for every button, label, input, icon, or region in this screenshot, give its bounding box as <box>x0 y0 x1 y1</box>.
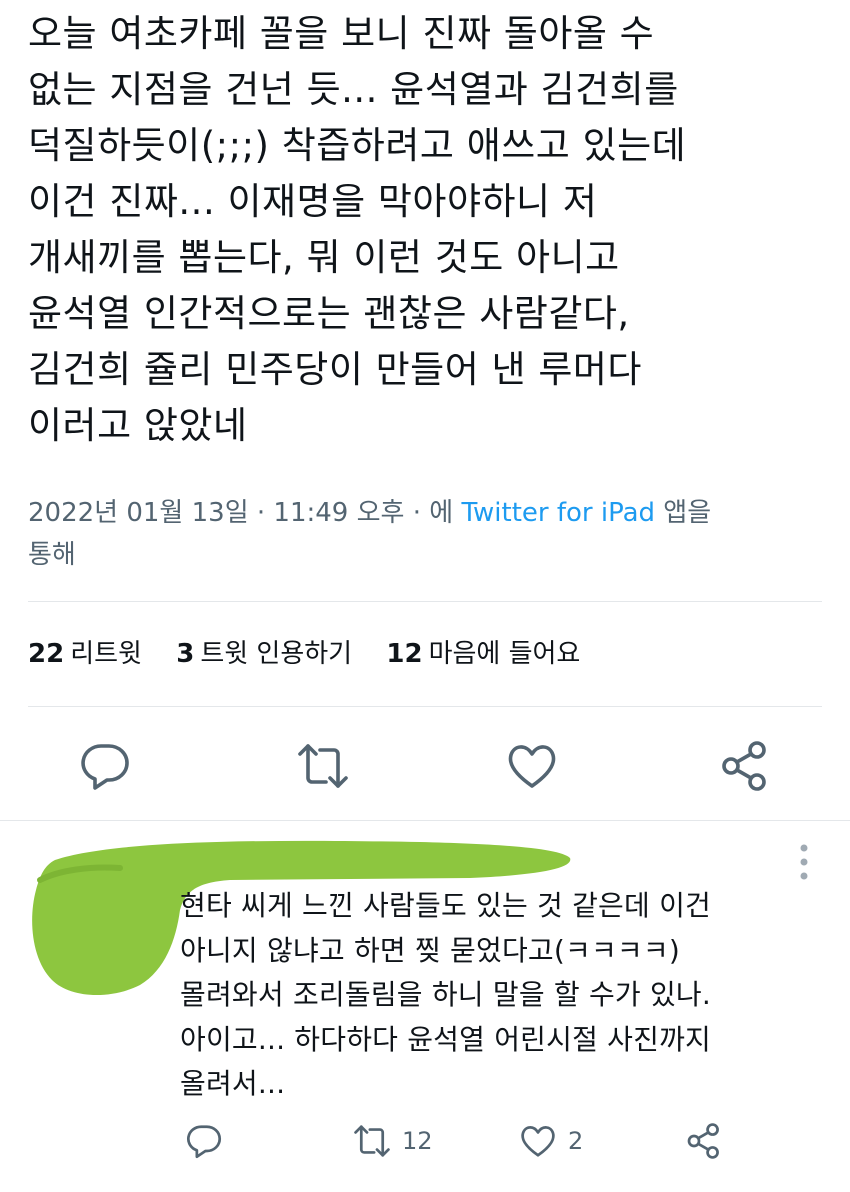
tweet-source-suffix: 앱을 <box>655 498 712 528</box>
share-icon <box>687 1123 719 1159</box>
divider <box>28 706 822 707</box>
reply-retweet-count: 12 <box>402 1127 433 1155</box>
retweets-count: 22 <box>28 639 65 669</box>
reply-retweet-button[interactable]: 12 <box>352 1116 433 1166</box>
reply-share-button[interactable] <box>684 1116 724 1166</box>
tweet-actions <box>0 738 850 794</box>
tweet-line: 이러고 앉았네 <box>28 404 248 447</box>
share-icon <box>722 741 766 791</box>
tweet-line: 개새끼를 뽑는다, 뭐 이런 것도 아니고 <box>28 236 620 279</box>
likes-label: 마음에 들어요 <box>428 639 581 669</box>
retweet-icon <box>354 1125 390 1157</box>
tweet-timestamp[interactable]: 2022년 01월 13일 · 11:49 오후 · 에 <box>28 498 461 528</box>
reply-icon <box>81 744 129 790</box>
like-button[interactable] <box>504 738 560 794</box>
tweet-line: 오늘 여초카페 꼴을 보니 진짜 돌아올 수 <box>28 12 655 55</box>
tweet-source-suffix-2: 통해 <box>28 540 76 570</box>
retweets-label: 리트윗 <box>70 639 142 669</box>
reply-tweet-text: 현타 씨게 느낀 사람들도 있는 것 같은데 이건 아니지 않냐고 하면 찢 묻… <box>180 884 820 1107</box>
retweet-button[interactable] <box>295 738 351 794</box>
share-button[interactable] <box>717 738 773 794</box>
more-options-icon[interactable] <box>790 840 818 888</box>
heart-icon <box>508 745 556 788</box>
likes-stat[interactable]: 12 마음에 들어요 <box>386 632 580 676</box>
quotes-stat[interactable]: 3 트윗 인용하기 <box>176 632 352 676</box>
quotes-count: 3 <box>176 639 195 669</box>
tweet-source-link[interactable]: Twitter for iPad <box>461 498 655 528</box>
retweet-icon <box>298 744 348 788</box>
tweet-text: 오늘 여초카페 꼴을 보니 진짜 돌아올 수 없는 지점을 건넌 듯... 윤석… <box>28 6 828 454</box>
divider <box>28 601 822 602</box>
reply-line: 몰려와서 조리돌림을 하니 말을 할 수가 있나. <box>180 978 711 1011</box>
reply-icon <box>187 1125 222 1159</box>
tweet-line: 이건 진짜... 이재명을 막아야하니 저 <box>28 180 598 223</box>
reply-line: 아니지 않냐고 하면 찢 묻었다고(ㅋㅋㅋㅋ) <box>180 933 680 967</box>
reply-line: 올려서... <box>180 1067 286 1100</box>
reply-like-count: 2 <box>568 1127 584 1155</box>
likes-count: 12 <box>386 639 423 669</box>
reply-like-button[interactable]: 2 <box>518 1116 583 1166</box>
tweet-stats: 22 리트윗 3 트윗 인용하기 12 마음에 들어요 <box>28 632 606 676</box>
tweet-line: 김건희 쥴리 민주당이 만들어 낸 루머다 <box>28 348 642 391</box>
retweets-stat[interactable]: 22 리트윗 <box>28 632 142 676</box>
tweet-line: 없는 지점을 건넌 듯... 윤석열과 김건희를 <box>28 68 679 111</box>
tweet-line: 덕질하듯이(;;;) 착즙하려고 애쓰고 있는데 <box>28 124 687 167</box>
quotes-label: 트윗 인용하기 <box>200 639 353 669</box>
reply-line: 아이고... 하다하다 윤석열 어린시절 사진까지 <box>180 1022 711 1056</box>
reply-line: 현타 씨게 느낀 사람들도 있는 것 같은데 이건 <box>180 889 711 922</box>
tweet-line: 윤석열 인간적으로는 괜찮은 사람같다, <box>28 292 630 335</box>
reply-actions: 12 2 <box>0 1116 850 1166</box>
reply-reply-button[interactable] <box>184 1116 224 1166</box>
heart-icon <box>521 1126 555 1157</box>
reply-button[interactable] <box>77 738 133 794</box>
tweet-metadata: 2022년 01월 13일 · 11:49 오후 · 에 Twitter for… <box>28 492 808 576</box>
